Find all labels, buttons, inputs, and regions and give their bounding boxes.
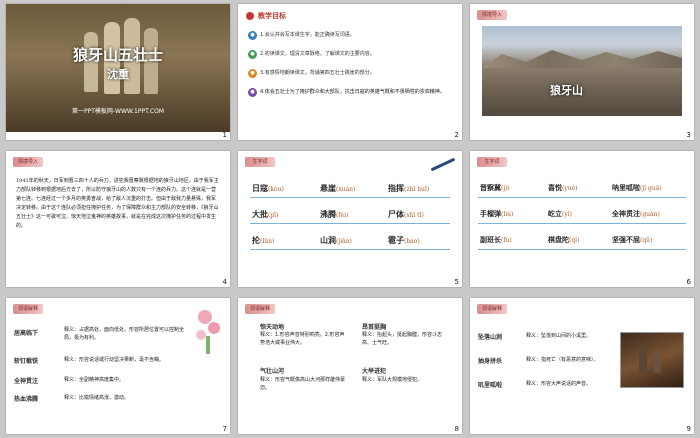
goal-badge-3: ● <box>248 69 257 78</box>
vocab-5: 屹立(yì) <box>548 209 572 218</box>
definition-3: 释义：全副精神高度集中。 <box>64 377 125 383</box>
slide-title: 狼牙山五壮士 <box>72 46 163 64</box>
divider <box>250 197 450 198</box>
vocab-8: 山涧(jiàn) <box>320 235 352 245</box>
term-1: 居高临下 <box>14 330 39 337</box>
slide-number: 1 <box>222 131 227 139</box>
slide-thumbnail-6[interactable]: 生字词 晋察冀(jì) 喜悦(yuè) 呐里呱啦(jī guā) 手榴弹(liú… <box>470 151 694 287</box>
definition-4: 释义：比喻情绪高涨、激动。 <box>64 395 130 401</box>
term-3: 气壮山河 <box>260 368 285 375</box>
divider <box>478 249 686 250</box>
goal-badge-1: ● <box>248 31 257 40</box>
divider <box>250 249 450 250</box>
vocab-7: 副班长(fù) <box>480 235 512 244</box>
slide-thumbnail-2[interactable]: 教学目标 ● 1.会认并会写本课生字，能正确读写词语。 ● 2.初读课文，理清文… <box>238 4 462 140</box>
photo-caption: 狼牙山 <box>550 84 583 97</box>
section-tag: 词语解释 <box>477 304 507 314</box>
definition-2: 释义：指死亡（有恶意的意味）。 <box>526 357 599 363</box>
section-tag: 词语解释 <box>13 304 43 314</box>
vocab-8: 棋盘陀(qí) <box>548 235 580 244</box>
term-4: 热血沸腾 <box>14 396 39 403</box>
intro-paragraph: 1941年的秋天，日军到晋三四十人的兵力，进犯我晋察冀根据地的狼牙山地区。由于我… <box>16 178 219 229</box>
term-1: 惊天动地 <box>260 324 285 331</box>
slide-thumbnail-1[interactable]: 狼牙山五壮士 沈重 第一PPT模板网-WWW.1PPT.COM 1 <box>6 4 230 140</box>
goal-badge-4: ● <box>248 88 257 97</box>
slide-thumbnail-5[interactable]: 生字词 日寇(kòu) 悬崖(xuán) 指挥(zhǐ huī) 大批(pī) … <box>238 151 462 287</box>
definition-1: 释义：占据高处，面向低处。形容所居位置可以控制全局，极为有利。 <box>64 327 185 341</box>
vocab-2: 喜悦(yuè) <box>548 183 578 192</box>
definition-3: 释义：形容大声说话的声音。 <box>526 381 592 387</box>
vocab-3: 指挥(zhǐ huī) <box>388 183 430 193</box>
divider <box>478 197 686 198</box>
slide-number: 4 <box>222 278 227 286</box>
vocab-9: 坚强不屈(qū) <box>612 235 653 244</box>
section-tag: 词语解释 <box>245 304 275 314</box>
vocab-1: 日寇(kòu) <box>252 183 284 193</box>
definition-4: 释义：军队大规模地侵犯。 <box>362 377 423 383</box>
divider <box>250 223 450 224</box>
definition-1: 释义：坠落到山间的小溪里。 <box>526 333 592 339</box>
vocab-6: 全神贯注(guàn) <box>612 209 660 218</box>
slide-number: 9 <box>686 425 691 433</box>
term-3: 叽里呱啦 <box>478 382 503 389</box>
slide-author: 沈重 <box>107 68 129 81</box>
slide-number: 8 <box>454 425 459 433</box>
vocab-4: 大批(pī) <box>252 209 279 219</box>
definition-2: 释义：形容说话或行动坚决果断，毫不含糊。 <box>64 357 165 363</box>
term-2: 昂首挺胸 <box>362 324 387 331</box>
vocab-5: 沸腾(fèi) <box>320 209 349 219</box>
section-tag: 情境导入 <box>13 157 43 167</box>
definition-2: 释义：抬起头，挺起胸膛。形容斗志高、士气旺。 <box>362 332 443 346</box>
term-4: 大举进犯 <box>362 368 387 375</box>
vocab-1: 晋察冀(jì) <box>480 183 510 192</box>
vocab-2: 悬崖(xuán) <box>320 183 356 193</box>
term-2: 斩钉截铁 <box>14 358 39 365</box>
mountain-photo <box>482 26 682 116</box>
definition-1: 释义：1.形容声音特别响亮。2.形容声势浩大或事业伟大。 <box>260 332 345 346</box>
vocab-6: 尸体(shī tǐ) <box>388 209 424 219</box>
term-2: 抽身拼杀 <box>478 358 503 365</box>
vocab-4: 手榴弹(liú) <box>480 209 514 218</box>
slide-number: 5 <box>454 278 459 286</box>
slide-number: 7 <box>222 425 227 433</box>
slide-thumbnail-8[interactable]: 词语解释 惊天动地 释义：1.形容声音特别响亮。2.形容声势浩大或事业伟大。 昂… <box>238 298 462 434</box>
goal-badge-2: ● <box>248 50 257 59</box>
vocab-3: 呐里呱啦(jī guā) <box>612 183 662 192</box>
goal-2: 2.初读课文，理清文章脉络，了解课文的主要内容。 <box>260 51 375 57</box>
definition-3: 释义：形容气概像高山大河那样雄伟豪迈。 <box>260 377 346 391</box>
section-tag: 情境导入 <box>477 10 507 20</box>
goal-1: 1.会认并会写本课生字，能正确读写词语。 <box>260 32 355 38</box>
goal-4: 4.体会五壮士为了掩护群众和大部队，抗击日寇的英雄气概和不畏牺牲的崇高精神。 <box>260 89 445 95</box>
section-tag: 生字词 <box>477 157 507 167</box>
slide-thumbnail-3[interactable]: 情境导入 狼牙山 3 <box>470 4 694 140</box>
gear-icon <box>246 12 254 20</box>
section-tag: 生字词 <box>245 157 275 167</box>
slide-number: 2 <box>454 131 459 139</box>
goal-3: 3.有感情地朗读课文，背诵第四五壮士跳崖的部分。 <box>260 70 375 76</box>
flower-decoration <box>192 306 224 356</box>
term-3: 全神贯注 <box>14 378 39 385</box>
slide-number: 3 <box>686 131 691 139</box>
slide-thumbnail-7[interactable]: 词语解释 居高临下 释义：占据高处，面向低处。形容所居位置可以控制全局，极为有利… <box>6 298 230 434</box>
slide-thumbnail-9[interactable]: 词语解释 坠落山涧 释义：坠落到山间的小溪里。 抽身拼杀 释义：指死亡（有恶意的… <box>470 298 694 434</box>
section-heading: 教学目标 <box>258 12 286 20</box>
footer-text: 第一PPT模板网-WWW.1PPT.COM <box>71 108 165 115</box>
slide-number: 6 <box>686 278 691 286</box>
pen-icon <box>428 155 458 172</box>
vocab-9: 雹子(báo) <box>388 235 420 245</box>
slide-thumbnail-4[interactable]: 情境导入 1941年的秋天，日军到晋三四十人的兵力，进犯我晋察冀根据地的狼牙山地… <box>6 151 230 287</box>
divider <box>478 223 686 224</box>
term-1: 坠落山涧 <box>478 334 503 341</box>
vocab-7: 抡(lūn) <box>252 235 275 245</box>
battle-illustration <box>620 332 684 388</box>
